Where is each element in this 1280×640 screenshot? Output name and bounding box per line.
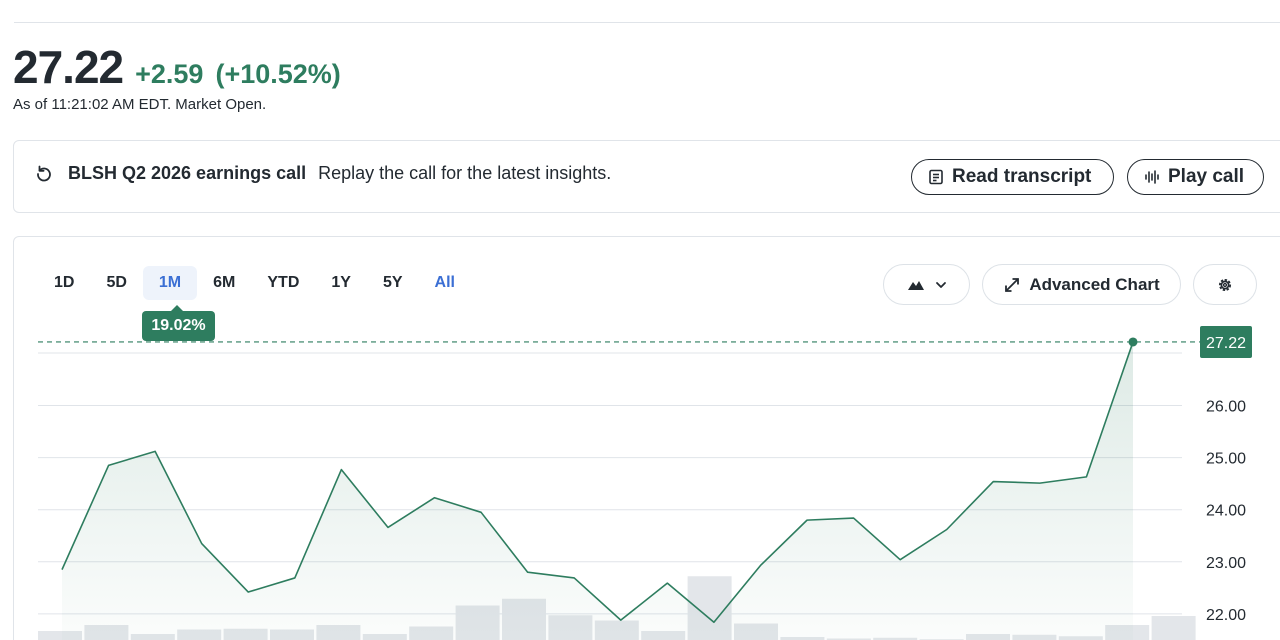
price-area [62, 341, 1133, 640]
y-tick-label: 26.00 [1206, 399, 1246, 416]
last-price-dot [1128, 337, 1138, 347]
y-tick-label: 23.00 [1206, 555, 1246, 572]
volume-bar [1151, 616, 1196, 640]
y-tick-label: 25.00 [1206, 451, 1246, 468]
last-price-label: 27.22 [1206, 335, 1246, 352]
period-change-badge: 19.02% [142, 305, 215, 341]
y-tick-label: 22.00 [1206, 607, 1246, 624]
y-tick-label: 24.00 [1206, 503, 1246, 520]
